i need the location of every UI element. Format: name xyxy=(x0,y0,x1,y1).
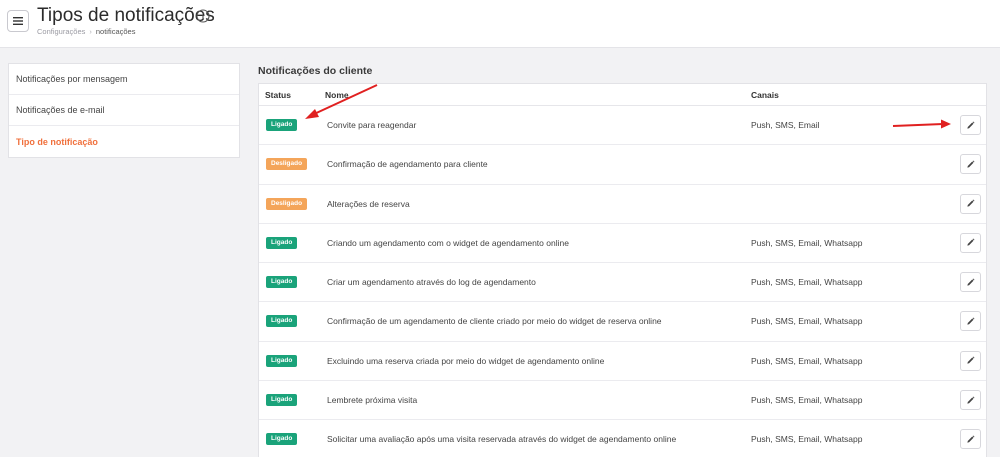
sidebar-item-tipo-notificacao[interactable]: Tipo de notificação xyxy=(9,126,239,157)
notifications-table: Status Nome Canais Ligado Convite para re… xyxy=(258,83,987,457)
settings-sidebar: Notificações por mensagem Notificações d… xyxy=(8,63,240,158)
notification-name: Confirmação de um agendamento de cliente… xyxy=(327,316,662,327)
status-badge: Ligado xyxy=(266,119,298,131)
notification-name: Lembrete próxima visita xyxy=(327,395,418,406)
edit-notification-button[interactable] xyxy=(960,193,981,214)
status-badge: Ligado xyxy=(266,433,298,446)
column-header-status: Status xyxy=(265,90,291,100)
breadcrumb: Configurações › notificações xyxy=(37,27,135,36)
pencil-icon xyxy=(967,396,975,404)
edit-notification-button[interactable] xyxy=(960,311,981,332)
table-row: Desligado Confirmação de agendamento para… xyxy=(259,145,986,185)
edit-notification-button[interactable] xyxy=(960,390,981,411)
pencil-icon xyxy=(967,435,975,443)
breadcrumb-item-configuracoes[interactable]: Configurações xyxy=(37,27,85,36)
status-badge: Ligado xyxy=(266,354,298,367)
table-header: Status Nome Canais xyxy=(259,84,986,106)
status-badge: Ligado xyxy=(266,394,298,407)
notification-channels: Push, SMS, Email xyxy=(751,120,820,130)
table-row: Ligado Convite para reagendar Push, SMS, E… xyxy=(259,106,986,146)
notification-name: Solicitar uma avaliação após uma visita … xyxy=(327,434,677,445)
table-row: Ligado Solicitar uma avaliação após uma v… xyxy=(259,420,986,457)
edit-notification-button[interactable] xyxy=(960,429,981,450)
notification-channels: Push, SMS, Email, Whatsapp xyxy=(751,395,863,406)
edit-notification-button[interactable] xyxy=(960,272,981,293)
notification-channels: Push, SMS, Email, Whatsapp xyxy=(751,277,863,288)
edit-notification-button[interactable] xyxy=(960,154,981,175)
section-title: Notificações do cliente xyxy=(258,65,373,77)
status-badge: Ligado xyxy=(266,236,298,249)
sidebar-item-label: Tipo de notificação xyxy=(16,136,98,147)
sidebar-item-label: Notificações por mensagem xyxy=(16,74,128,84)
status-badge: Ligado xyxy=(266,315,298,328)
status-badge: Desligado xyxy=(266,158,308,171)
sidebar-item-label: Notificações de e-mail xyxy=(16,105,105,115)
column-header-channels: Canais xyxy=(751,90,779,100)
breadcrumb-item-notificacoes: notificações xyxy=(95,27,136,36)
notification-name: Confirmação de agendamento para cliente xyxy=(327,159,488,170)
notification-name: Excluindo uma reserva criada por meio do… xyxy=(327,355,605,366)
notification-channels: Push, SMS, Email, Whatsapp xyxy=(751,355,863,366)
notification-channels: Push, SMS, Email, Whatsapp xyxy=(751,434,863,445)
info-icon[interactable] xyxy=(196,9,210,23)
pencil-icon xyxy=(967,121,975,129)
notification-name: Criando um agendamento com o widget de a… xyxy=(327,237,569,248)
status-badge: Ligado xyxy=(266,276,298,289)
pencil-icon xyxy=(967,278,975,286)
sidebar-item-notificacoes-mensagem[interactable]: Notificações por mensagem xyxy=(9,64,239,95)
table-body: Ligado Convite para reagendar Push, SMS, E… xyxy=(259,106,986,457)
breadcrumb-separator-icon: › xyxy=(89,27,92,36)
status-badge: Desligado xyxy=(266,197,308,210)
notification-channels: Push, SMS, Email, Whatsapp xyxy=(751,316,863,327)
table-row: Ligado Confirmação de um agendamento de c… xyxy=(259,302,986,342)
pencil-icon xyxy=(967,160,975,168)
pencil-icon xyxy=(967,317,975,325)
notification-name: Convite para reagendar xyxy=(327,120,417,130)
edit-notification-button[interactable] xyxy=(960,232,981,253)
pencil-icon xyxy=(967,238,975,247)
table-row: Desligado Alterações de reserva xyxy=(259,185,986,224)
pencil-icon xyxy=(967,199,975,207)
notification-name: Criar um agendamento através do log de a… xyxy=(327,277,536,288)
notification-channels: Push, SMS, Email, Whatsapp xyxy=(751,237,863,248)
table-row: Ligado Excluindo uma reserva criada por m… xyxy=(259,342,986,382)
edit-notification-button[interactable] xyxy=(960,350,981,371)
menu-toggle-button[interactable] xyxy=(7,10,29,32)
page-header: Tipos de notificações Configurações › noti… xyxy=(0,0,1000,48)
notification-name: Alterações de reserva xyxy=(327,198,410,209)
pencil-icon xyxy=(967,356,975,364)
table-row: Ligado Lembrete próxima visita Push, SMS, … xyxy=(259,381,986,421)
table-row: Ligado Criar um agendamento através do lo… xyxy=(259,263,986,303)
column-header-name: Nome xyxy=(325,90,349,100)
edit-notification-button[interactable] xyxy=(960,115,981,135)
sidebar-item-notificacoes-email[interactable]: Notificações de e-mail xyxy=(9,95,239,126)
table-row: Ligado Criando um agendamento com o widge… xyxy=(259,224,986,264)
hamburger-menu-icon xyxy=(13,17,23,25)
page-title: Tipos de notificações xyxy=(37,5,215,26)
